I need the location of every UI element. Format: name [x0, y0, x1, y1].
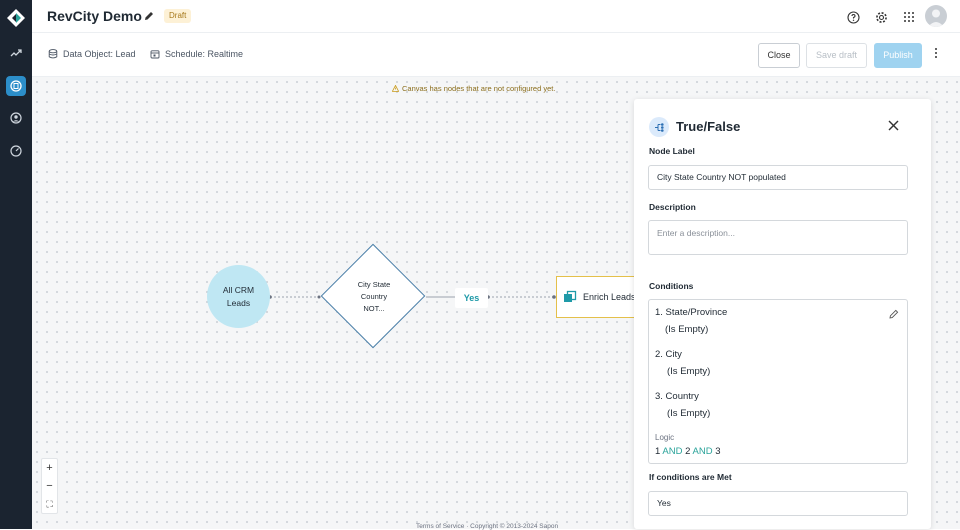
condition-item: 1. State/Province (Is Empty)	[655, 304, 727, 338]
zoom-out-button[interactable]: −	[42, 477, 57, 495]
condition-operator: (Is Empty)	[665, 324, 709, 335]
flows-icon[interactable]	[6, 76, 26, 96]
fit-view-button[interactable]: ⛶	[42, 495, 57, 513]
start-node-line1: All CRM	[222, 284, 255, 295]
condition-operator: (Is Empty)	[667, 408, 711, 419]
flow-toolbar: Data Object: Lead Schedule: Realtime Clo…	[32, 33, 960, 77]
description-input[interactable]: Enter a description...	[648, 220, 908, 255]
decision-line2: Country	[360, 292, 388, 301]
node-config-panel: True/False Node Label City State Country…	[634, 99, 931, 529]
data-object-label: Data Object: Lead	[63, 49, 136, 59]
node-label-heading: Node Label	[649, 146, 695, 156]
dashboard-icon[interactable]	[6, 141, 26, 161]
panel-title: True/False	[676, 119, 741, 134]
met-select[interactable]: Yes	[648, 491, 908, 516]
help-icon[interactable]	[845, 9, 861, 25]
zoom-in-button[interactable]: +	[42, 459, 57, 477]
more-options-icon[interactable]	[934, 46, 938, 64]
logic-n1: 1	[655, 446, 661, 457]
logic-n2: 2	[685, 446, 691, 457]
close-icon[interactable]	[888, 118, 899, 136]
met-heading: If conditions are Met	[649, 472, 732, 482]
trend-icon[interactable]	[6, 43, 26, 63]
gear-icon[interactable]	[873, 9, 889, 25]
page-title: RevCity Demo	[47, 8, 142, 24]
close-button[interactable]: Close	[758, 43, 800, 68]
enrich-icon	[564, 290, 577, 302]
left-rail	[0, 0, 32, 529]
logic-n3: 3	[715, 446, 721, 457]
decision-node-label: City State Country NOT...	[340, 279, 408, 315]
logic-and: AND	[692, 446, 713, 457]
conditions-box[interactable]: 1. State/Province (Is Empty) 2. City (Is…	[648, 299, 908, 464]
data-object-info: Data Object: Lead	[48, 49, 136, 59]
condition-item: 2. City (Is Empty)	[655, 346, 710, 380]
condition-item: 3. Country (Is Empty)	[655, 388, 710, 422]
schedule-info: Schedule: Realtime	[150, 49, 243, 59]
condition-operator: (Is Empty)	[667, 366, 711, 377]
database-icon	[48, 49, 58, 59]
logo-icon[interactable]	[6, 8, 26, 28]
edit-conditions-icon[interactable]	[889, 306, 899, 324]
status-badge: Draft	[164, 9, 192, 23]
avatar[interactable]	[925, 5, 947, 27]
decision-line1: City State	[357, 280, 391, 289]
edit-title-icon[interactable]	[143, 9, 155, 27]
true-false-icon	[649, 117, 669, 137]
condition-label: 2. City	[655, 349, 682, 360]
save-draft-button[interactable]: Save draft	[806, 43, 867, 68]
condition-label: 3. Country	[655, 391, 699, 402]
logic-expression: 1 AND 2 AND 3	[655, 446, 721, 457]
yes-branch-label[interactable]: Yes	[455, 288, 488, 308]
start-node[interactable]: All CRM Leads	[207, 265, 270, 328]
description-heading: Description	[649, 202, 696, 212]
contacts-icon[interactable]	[6, 108, 26, 128]
logic-label: Logic	[655, 433, 675, 442]
decision-line3: NOT...	[363, 304, 385, 313]
start-node-line2: Leads	[226, 297, 251, 308]
enrich-node[interactable]: Enrich Leads	[556, 276, 646, 318]
apps-grid-icon[interactable]	[901, 9, 917, 25]
node-label-input[interactable]: City State Country NOT populated	[648, 165, 908, 190]
top-bar: RevCity Demo Draft	[32, 0, 960, 33]
condition-label: 1. State/Province	[655, 307, 728, 318]
enrich-node-label: Enrich Leads	[583, 292, 636, 302]
conditions-heading: Conditions	[649, 281, 694, 291]
publish-button[interactable]: Publish	[874, 43, 922, 68]
zoom-controls: + − ⛶	[41, 458, 58, 514]
schedule-label: Schedule: Realtime	[165, 49, 244, 59]
calendar-icon	[150, 50, 160, 59]
logic-and: AND	[662, 446, 683, 457]
